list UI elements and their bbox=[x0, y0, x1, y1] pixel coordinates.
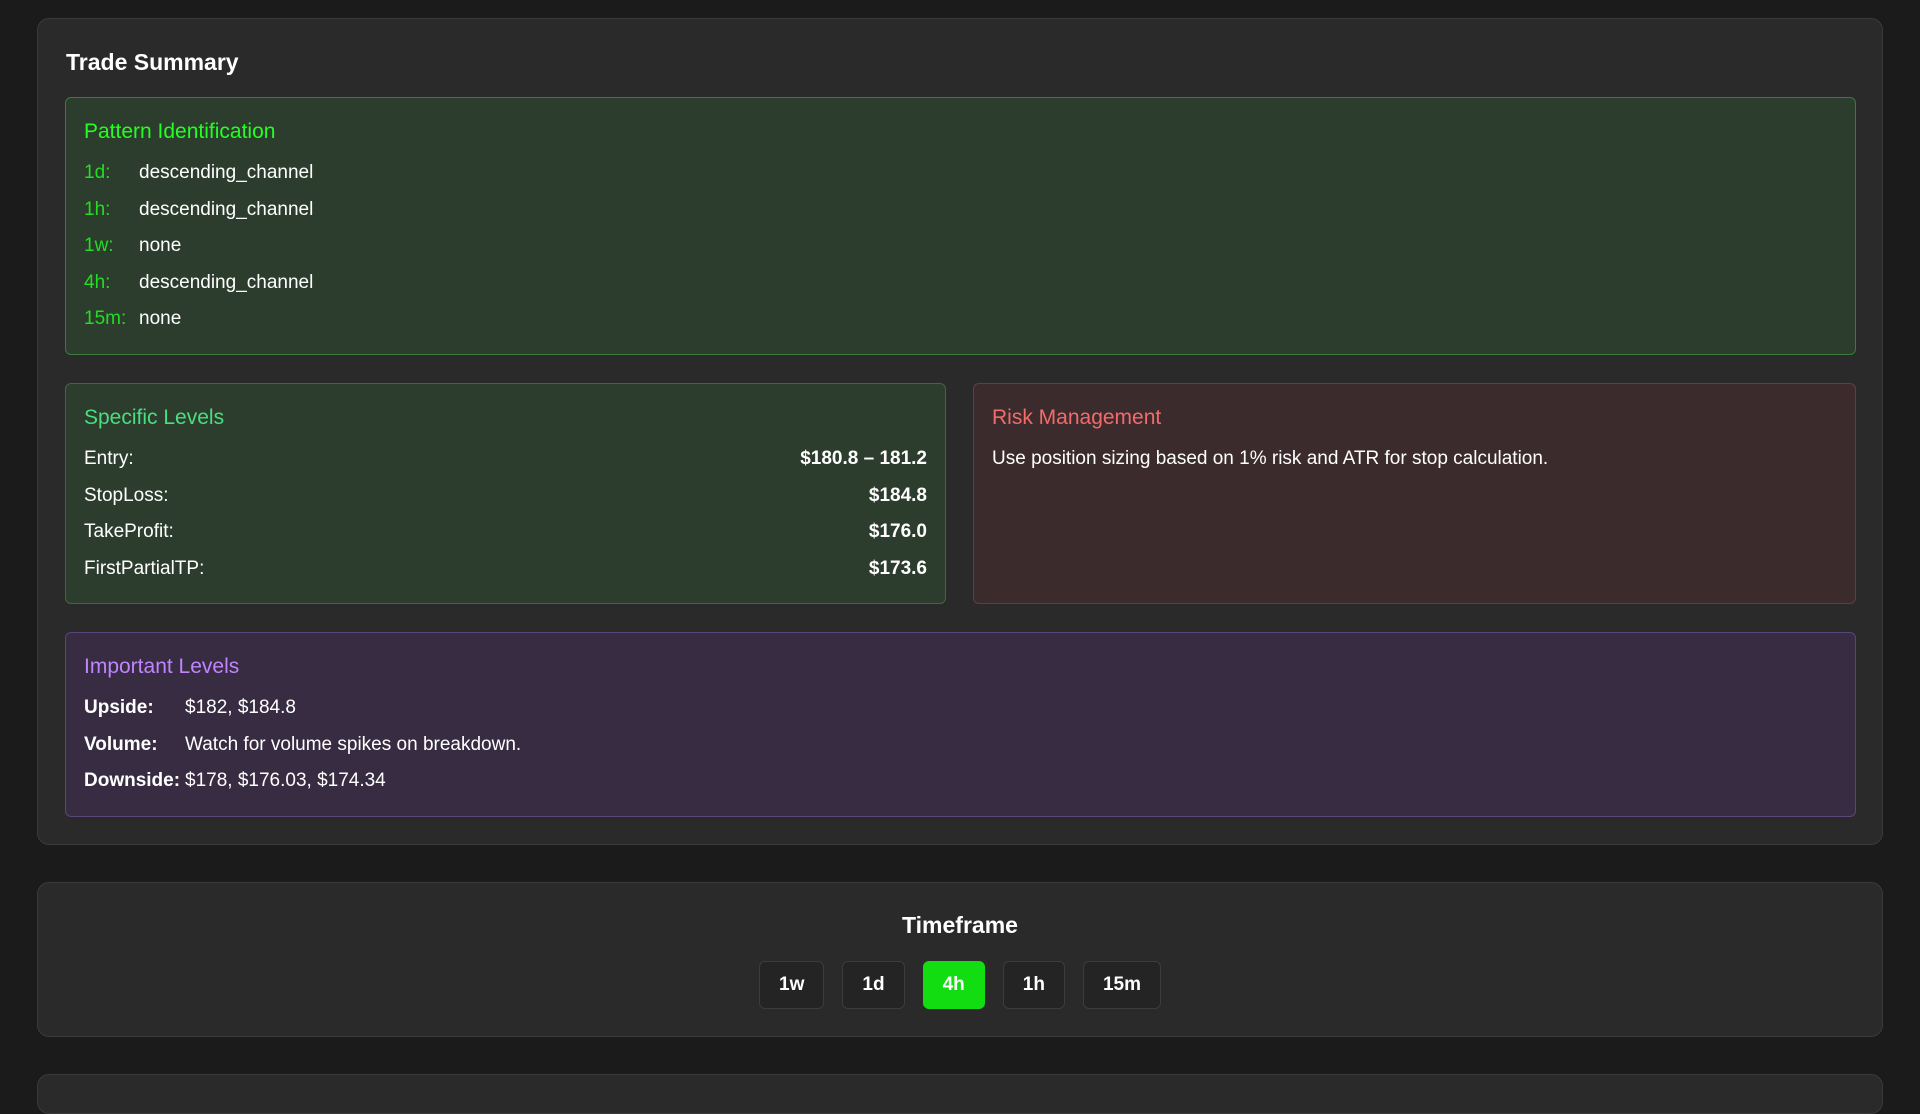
level-row-entry: Entry: $180.8 – 181.2 bbox=[84, 448, 927, 485]
timeframe-panel: Timeframe 1w 1d 4h 1h 15m bbox=[37, 882, 1883, 1037]
level-value: $180.8 – 181.2 bbox=[800, 448, 927, 469]
level-label: TakeProfit: bbox=[84, 521, 174, 542]
important-value: $178, $176.03, $174.34 bbox=[185, 770, 386, 791]
pattern-row: 4h: descending_channel bbox=[84, 272, 1837, 309]
important-levels-card: Important Levels Upside: $182, $184.8 Vo… bbox=[65, 632, 1856, 817]
specific-levels-card: Specific Levels Entry: $180.8 – 181.2 St… bbox=[65, 383, 946, 604]
level-row-stoploss: StopLoss: $184.8 bbox=[84, 485, 927, 522]
pattern-timeframe: 15m: bbox=[84, 308, 127, 329]
level-value: $173.6 bbox=[868, 557, 927, 579]
trade-summary-title: Trade Summary bbox=[66, 49, 239, 75]
next-panel bbox=[37, 1074, 1883, 1114]
level-label: StopLoss: bbox=[84, 484, 169, 506]
risk-management-card: Risk Management Use position sizing base… bbox=[973, 383, 1856, 604]
level-value: $184.8 bbox=[868, 484, 927, 506]
timeframe-button-1h[interactable]: 1h bbox=[1002, 961, 1065, 1009]
timeframe-button-1d[interactable]: 1d bbox=[842, 961, 905, 1009]
important-levels-title: Important Levels bbox=[84, 655, 240, 678]
pattern-identification-card: Pattern Identification 1d: descending_ch… bbox=[65, 97, 1856, 355]
risk-management-title: Risk Management bbox=[992, 406, 1162, 429]
timeframe-button-1w[interactable]: 1w bbox=[759, 961, 825, 1009]
level-label: Entry: bbox=[84, 448, 134, 469]
pattern-row: 1h: descending_channel bbox=[84, 199, 1837, 236]
pattern-timeframe: 1d: bbox=[84, 162, 111, 183]
important-row-downside: Downside: $178, $176.03, $174.34 bbox=[84, 770, 1837, 807]
trade-summary-panel: Trade Summary Pattern Identification 1d:… bbox=[37, 18, 1883, 845]
pattern-value: descending_channel bbox=[139, 198, 314, 220]
pattern-row: 15m: none bbox=[84, 308, 1837, 345]
pattern-value: none bbox=[139, 308, 182, 329]
timeframe-button-group: 1w 1d 4h 1h 15m bbox=[38, 961, 1882, 1009]
pattern-timeframe: 1w: bbox=[84, 235, 114, 256]
timeframe-button-15m[interactable]: 15m bbox=[1082, 961, 1161, 1009]
level-row-firstpartialtp: FirstPartialTP: $173.6 bbox=[84, 558, 927, 595]
timeframe-title: Timeframe bbox=[902, 912, 1018, 938]
level-value: $176.0 bbox=[868, 521, 927, 542]
pattern-timeframe: 1h: bbox=[84, 198, 111, 220]
specific-levels-title: Specific Levels bbox=[84, 406, 225, 429]
pattern-value: descending_channel bbox=[139, 271, 314, 293]
pattern-row: 1d: descending_channel bbox=[84, 162, 1837, 199]
timeframe-button-4h[interactable]: 4h bbox=[922, 961, 985, 1009]
important-label: Upside: bbox=[84, 697, 154, 718]
important-label: Volume: bbox=[84, 733, 158, 755]
pattern-timeframe: 4h: bbox=[84, 271, 111, 293]
important-row-volume: Volume: Watch for volume spikes on break… bbox=[84, 734, 1837, 771]
important-row-upside: Upside: $182, $184.8 bbox=[84, 697, 1837, 734]
pattern-identification-title: Pattern Identification bbox=[84, 120, 276, 143]
risk-management-text: Use position sizing based on 1% risk and… bbox=[992, 448, 1549, 469]
important-value: $182, $184.8 bbox=[185, 697, 296, 718]
important-value: Watch for volume spikes on breakdown. bbox=[185, 733, 522, 755]
important-label: Downside: bbox=[84, 770, 181, 791]
level-label: FirstPartialTP: bbox=[84, 557, 205, 579]
pattern-value: none bbox=[139, 235, 182, 256]
pattern-row: 1w: none bbox=[84, 235, 1837, 272]
pattern-value: descending_channel bbox=[139, 162, 314, 183]
level-row-takeprofit: TakeProfit: $176.0 bbox=[84, 521, 927, 558]
